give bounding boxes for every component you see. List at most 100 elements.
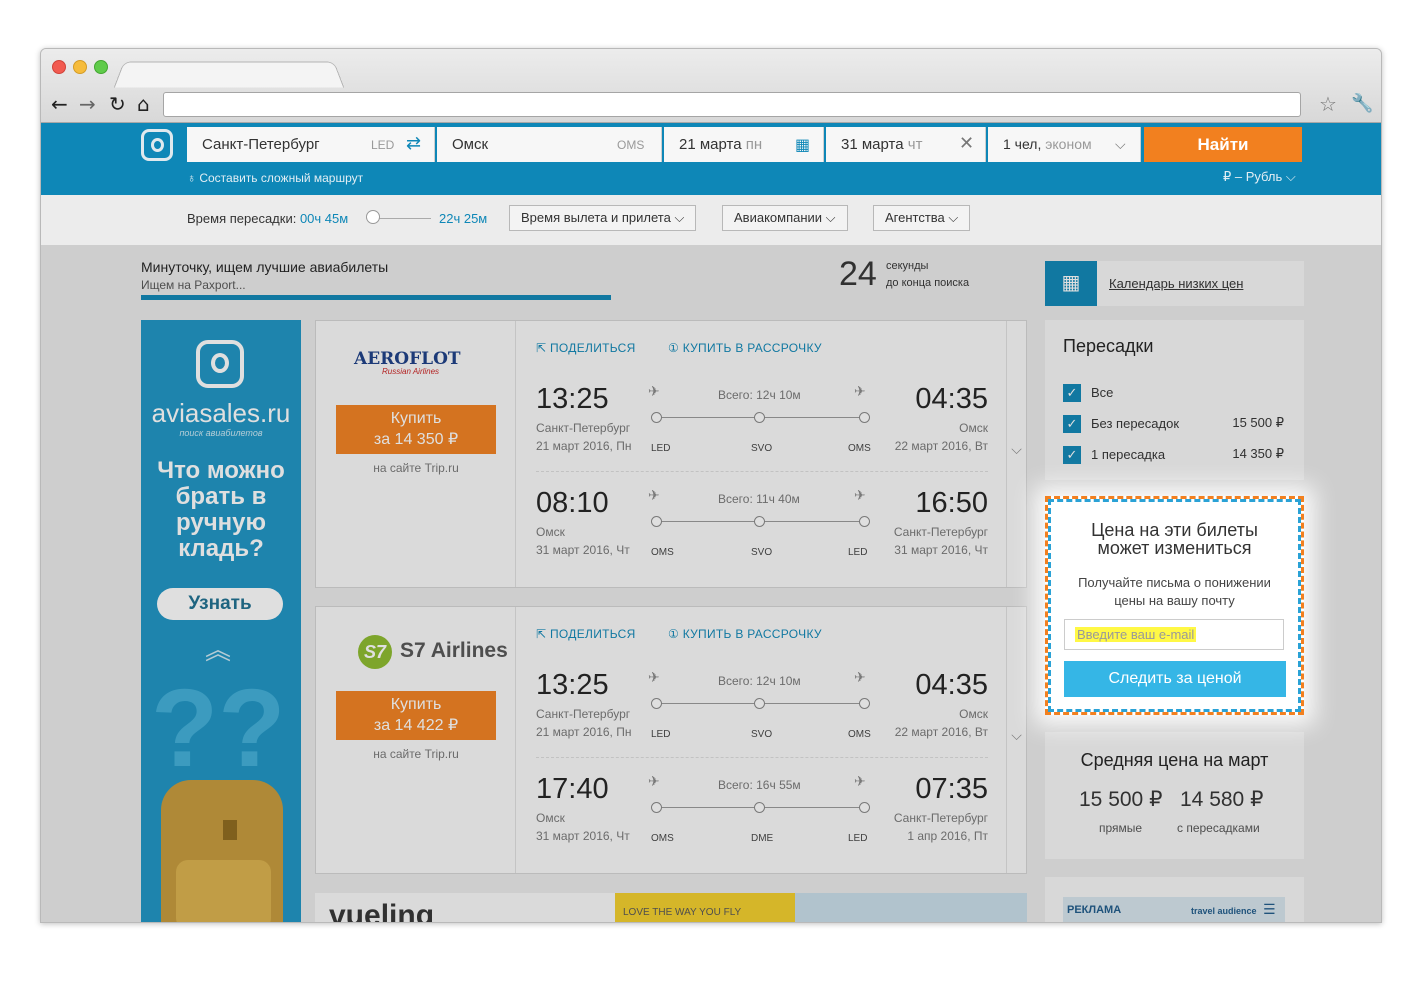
- avg-direct-label: прямые: [1099, 821, 1143, 835]
- return-date-field[interactable]: 31 марта чт ✕: [826, 127, 986, 162]
- flight-leg-outbound: 13:25 04:35 Санкт-Петербург 21 март 2016…: [536, 669, 988, 769]
- route-dot: [651, 516, 662, 527]
- ad-banner[interactable]: aviasales.ru поиск авиабилетов Что можно…: [141, 320, 301, 922]
- route-icon: ♁: [187, 171, 196, 185]
- airline-logo: S7 Airlines: [400, 639, 508, 662]
- installment-link[interactable]: ① КУПИТЬ В РАССРОЧКУ: [668, 341, 822, 355]
- airline-logo-sub: Russian Airlines: [382, 367, 440, 376]
- aviasales-logo-icon: [196, 340, 244, 388]
- ad-strip-slogan: LOVE THE WAY YOU FLY: [623, 907, 742, 918]
- airport-code: SVO: [751, 729, 773, 740]
- dep-date: 21 март 2016, Пн: [536, 439, 632, 453]
- avg-direct-price: 15 500 ₽: [1079, 788, 1163, 811]
- countdown-label-2: до конца поиска: [886, 277, 970, 289]
- dep-time: 17:40: [536, 773, 609, 805]
- landing-icon: ✈: [854, 669, 866, 685]
- swap-icon[interactable]: ⇄: [406, 133, 421, 154]
- expand-chevron-icon[interactable]: ⌵: [1006, 321, 1026, 587]
- browser-tab[interactable]: [113, 61, 345, 88]
- email-placeholder: Введите ваш e-mail: [1075, 627, 1197, 642]
- transfer-slider-handle[interactable]: [366, 210, 380, 224]
- maximize-window-icon[interactable]: [94, 60, 108, 74]
- price-alert-title: Цена на эти билеты может измениться: [1091, 520, 1258, 558]
- share-link[interactable]: ⇱ ПОДЕЛИТЬСЯ: [536, 627, 636, 641]
- browser-window: ← → ↻ ⌂ ☆ 🔧 Санкт-Петербург LED ⇄ Омск O…: [40, 48, 1382, 923]
- arr-city: Омск: [959, 421, 988, 435]
- calendar-icon[interactable]: ▦: [795, 135, 810, 155]
- ad-strip[interactable]: vueling LOVE THE WAY YOU FLY: [315, 893, 1027, 922]
- transfer-option-price: 15 500 ₽: [1232, 415, 1284, 430]
- times-dropdown[interactable]: Время вылета и прилета ⌵: [509, 205, 697, 231]
- airport-code: LED: [651, 729, 671, 740]
- depart-date-field[interactable]: 21 марта пн ▦: [664, 127, 824, 162]
- dep-date: 21 март 2016, Пн: [536, 725, 632, 739]
- currency-selector[interactable]: ₽ – Рубль ⌵: [1223, 169, 1296, 185]
- total-duration: Всего: 16ч 55м: [718, 778, 801, 792]
- clear-date-icon[interactable]: ✕: [959, 133, 974, 154]
- ad-brand: travel audience: [1191, 906, 1257, 916]
- close-window-icon[interactable]: [52, 60, 66, 74]
- card-left-panel: AEROFLOT Russian Airlines Купить за 14 35…: [316, 321, 516, 587]
- transfer-option-label: Все: [1091, 385, 1114, 400]
- low-price-calendar[interactable]: ▦ Календарь низких цен: [1045, 261, 1304, 306]
- arr-time: 07:35: [915, 773, 988, 805]
- bookmark-star-icon[interactable]: ☆: [1319, 93, 1337, 115]
- average-price-box: Средняя цена на март 15 500 ₽ прямые 14 …: [1045, 732, 1304, 859]
- installment-icon: ①: [668, 627, 680, 641]
- flight-leg-outbound: 13:25 04:35 Санкт-Петербург 21 март 2016…: [536, 383, 988, 483]
- expand-chevron-icon[interactable]: ⌵: [1006, 607, 1026, 873]
- countdown-label: секунды: [886, 260, 929, 272]
- track-price-button[interactable]: Следить за ценой: [1064, 661, 1286, 697]
- checkbox-direct[interactable]: ✓: [1063, 415, 1081, 433]
- airport-code: LED: [651, 443, 671, 454]
- progress-title: Минуточку, ищем лучшие авиабилеты: [141, 259, 389, 275]
- transfers-title: Пересадки: [1063, 336, 1154, 356]
- airline-logo: AEROFLOT: [354, 349, 461, 369]
- email-field[interactable]: Введите ваш e-mail: [1064, 619, 1284, 650]
- checkbox-one-stop[interactable]: ✓: [1063, 446, 1081, 464]
- flight-leg-return: 17:40 07:35 Омск 31 март 2016, Чт Санкт-…: [536, 773, 988, 873]
- price-alert-text: Получайте письма о понижении цены на ваш…: [1078, 575, 1271, 608]
- buy-button[interactable]: Купить за 14 422 ₽: [336, 691, 496, 740]
- calendar-link[interactable]: Календарь низких цен: [1109, 276, 1243, 291]
- aviasales-logo-icon[interactable]: [141, 129, 173, 161]
- ad-box[interactable]: РЕКЛАМА travel audience ☰: [1045, 877, 1304, 922]
- airport-code: OMS: [651, 547, 674, 558]
- home-icon[interactable]: ⌂: [137, 93, 150, 115]
- buy-button[interactable]: Купить за 14 350 ₽: [336, 405, 496, 454]
- address-bar[interactable]: [163, 92, 1301, 117]
- checkbox-all[interactable]: ✓: [1063, 384, 1081, 402]
- transfer-slider-track[interactable]: [371, 218, 431, 219]
- chevron-up-icon: ︽: [205, 635, 232, 665]
- minimize-window-icon[interactable]: [73, 60, 87, 74]
- reload-icon[interactable]: ↻: [109, 93, 126, 115]
- backpack-icon: [161, 780, 283, 922]
- arr-time: 04:35: [915, 383, 988, 415]
- passengers-field[interactable]: 1 чел, эконом ⌵: [988, 127, 1141, 162]
- share-link[interactable]: ⇱ ПОДЕЛИТЬСЯ: [536, 341, 636, 355]
- leg-divider: [536, 471, 988, 472]
- wrench-icon[interactable]: 🔧: [1351, 93, 1373, 115]
- to-field[interactable]: Омск OMS: [437, 127, 662, 162]
- flight-leg-return: 08:10 16:50 Омск 31 март 2016, Чт Санкт-…: [536, 487, 988, 587]
- route-dot: [859, 412, 870, 423]
- from-field[interactable]: Санкт-Петербург LED ⇄: [187, 127, 435, 162]
- share-icon: ⇱: [536, 627, 547, 641]
- airlines-dropdown[interactable]: Авиакомпании ⌵: [722, 205, 848, 231]
- dep-date: 31 март 2016, Чт: [536, 829, 630, 843]
- search-button[interactable]: Найти: [1144, 127, 1302, 162]
- forward-icon[interactable]: →: [79, 93, 96, 115]
- to-city: Омск: [452, 136, 489, 153]
- complex-route-link[interactable]: ♁ Составить сложный маршрут: [187, 171, 363, 185]
- avg-transfer-price: 14 580 ₽: [1180, 788, 1264, 811]
- transfer-time-filter: Время пересадки: 00ч 45м: [187, 211, 349, 226]
- installment-link[interactable]: ① КУПИТЬ В РАССРОЧКУ: [668, 627, 822, 641]
- arr-date: 22 март 2016, Вт: [894, 439, 988, 453]
- arr-city: Санкт-Петербург: [893, 525, 988, 539]
- agencies-dropdown[interactable]: Агентства ⌵: [873, 205, 971, 231]
- back-icon[interactable]: ←: [51, 93, 68, 115]
- banner-button[interactable]: Узнать: [157, 588, 283, 620]
- question-marks-decoration: ??: [151, 667, 286, 790]
- arr-date: 1 апр 2016, Пт: [907, 829, 988, 843]
- arr-time: 16:50: [915, 487, 988, 519]
